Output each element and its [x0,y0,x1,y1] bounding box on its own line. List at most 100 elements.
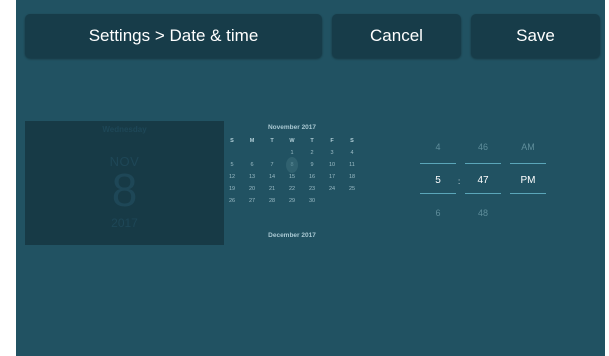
period-current[interactable]: PM [510,175,546,186]
calendar-day-label: 6 [250,162,254,168]
calendar-day-selected[interactable]: 8 [282,157,302,173]
calendar-day-label: 4 [350,150,354,156]
calendar-weekday-header: T [310,138,314,144]
period-line-top [510,163,546,164]
hour-line-bottom [420,193,456,194]
calendar-day[interactable]: 4 [342,147,362,159]
calendar-day-label: 9 [310,162,314,168]
calendar-day[interactable]: 6 [242,159,262,171]
calendar-day-label: 15 [288,174,296,180]
calendar-day-label: 19 [228,186,236,192]
minute-current[interactable]: 47 [465,175,501,186]
calendar-day-label: 18 [348,174,356,180]
cancel-button[interactable]: Cancel [332,14,461,58]
calendar-day[interactable]: 29 [282,195,302,207]
calendar-day-label: 1 [290,150,294,156]
calendar-day[interactable]: 2 [302,147,322,159]
calendar-day-label: 3 [330,150,334,156]
calendar-day[interactable]: 10 [322,159,342,171]
calendar-weekday-header-row: SMTWTFS [222,135,362,147]
calendar-day[interactable]: 20 [242,183,262,195]
calendar-weekday-header: W [289,138,295,144]
calendar-empty-cell [242,147,262,159]
calendar-day-label: 8 [290,162,294,168]
calendar-week-row: 26 27 28 29 30 [222,195,362,207]
calendar-day[interactable]: 28 [262,195,282,207]
calendar-day-label: 12 [228,174,236,180]
calendar-weekday-header: M [249,138,255,144]
selected-date-panel: Wednesday NOV 8 2017 [25,121,224,245]
calendar-day-label: 7 [270,162,274,168]
calendar-day[interactable]: 12 [222,171,242,183]
calendar-day[interactable]: 30 [302,195,322,207]
calendar-weekday-header: F [330,138,334,144]
calendar-day-label: 21 [268,186,276,192]
calendar-day-label: 23 [308,186,316,192]
period-line-bottom [510,193,546,194]
calendar-day[interactable]: 25 [342,183,362,195]
calendar-day[interactable]: 7 [262,159,282,171]
calendar-day-label: 28 [268,198,276,204]
calendar-day-label: 5 [230,162,234,168]
calendar-day-label: 2 [310,150,314,156]
calendar-day-label: 14 [268,174,276,180]
time-picker: 4 5 6 : 46 47 48 AM PM [414,130,554,230]
calendar-month-title: November 2017 [267,124,317,131]
calendar-day[interactable]: 5 [222,159,242,171]
calendar-day-label: 25 [348,186,356,192]
calendar-day[interactable]: 11 [342,159,362,171]
calendar-day-label: 26 [228,198,236,204]
date-time-settings-screen: Settings > Date & time Cancel Save Wedne… [16,0,605,356]
calendar-empty-cell [262,147,282,159]
calendar-day-label: 30 [308,198,316,204]
calendar-day-label: 29 [288,198,296,204]
period-prev[interactable]: AM [510,142,546,152]
save-button[interactable]: Save [471,14,600,58]
calendar-day-label: 17 [328,174,336,180]
calendar-day[interactable]: 15 [282,171,302,183]
calendar[interactable]: November 2017 S M T W T F S 1 2 3 4 5 6 7 8 9 10 11 12 13 14… [222,121,362,246]
calendar-empty-cell [222,147,242,159]
calendar-day[interactable]: 13 [242,171,262,183]
calendar-week-row: 5 6 7 8 9 10 11 [222,157,362,173]
calendar-empty-cell [322,195,342,207]
calendar-day[interactable]: 9 [302,159,322,171]
selected-year: 2017 [111,216,138,230]
minute-line-bottom [465,193,501,194]
calendar-weekday-header: S [350,138,354,144]
calendar-day-label: 16 [308,174,316,180]
calendar-day[interactable]: 23 [302,183,322,195]
minute-line-top [465,163,501,164]
calendar-day[interactable]: 26 [222,195,242,207]
selected-weekday: Wednesday [102,125,147,134]
minute-prev[interactable]: 46 [465,142,501,152]
calendar-grid: S M T W T F S 1 2 3 4 5 6 7 8 9 10 11 12 13 14 15 16 17 18 19 20 21… [222,135,362,207]
calendar-day[interactable]: 17 [322,171,342,183]
selected-day: 8 [111,164,138,216]
calendar-day[interactable]: 16 [302,171,322,183]
hour-next[interactable]: 6 [420,208,456,218]
page-title: Settings > Date & time [25,14,322,58]
minute-next[interactable]: 48 [465,208,501,218]
calendar-week-row: 19 20 21 22 23 24 25 [222,183,362,195]
calendar-day[interactable]: 24 [322,183,342,195]
calendar-day[interactable]: 3 [322,147,342,159]
hour-line-top [420,163,456,164]
calendar-day[interactable]: 22 [282,183,302,195]
hour-current[interactable]: 5 [420,175,456,186]
calendar-empty-cell [342,195,362,207]
calendar-day-label: 13 [248,174,256,180]
calendar-week-row: 12 13 14 15 16 17 18 [222,171,362,183]
calendar-day-label: 22 [288,186,296,192]
calendar-day[interactable]: 21 [262,183,282,195]
time-separator: : [458,177,461,186]
calendar-weekday-header: T [270,138,274,144]
calendar-day[interactable]: 18 [342,171,362,183]
calendar-next-month-title: December 2017 [268,232,316,239]
calendar-day-label: 20 [248,186,256,192]
calendar-day-label: 11 [349,162,355,168]
hour-prev[interactable]: 4 [420,142,456,152]
calendar-day[interactable]: 14 [262,171,282,183]
calendar-day[interactable]: 27 [242,195,262,207]
calendar-day[interactable]: 19 [222,183,242,195]
